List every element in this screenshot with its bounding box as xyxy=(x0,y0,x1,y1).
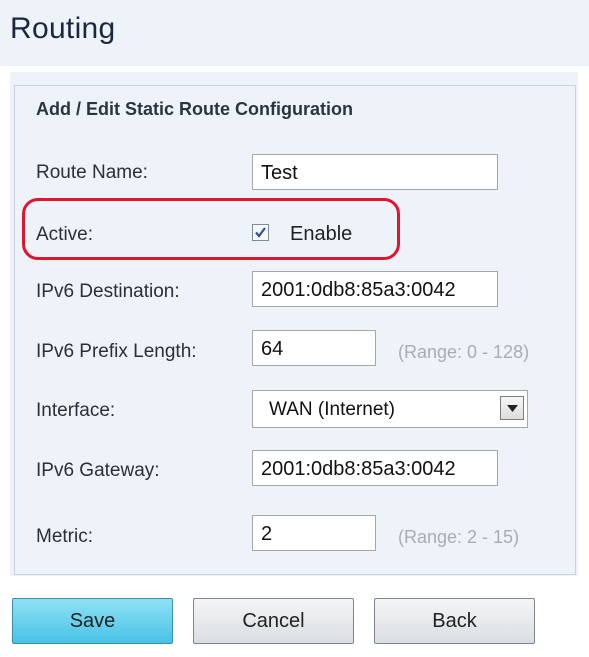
ipv6-gateway-input[interactable]: 2001:0db8:85a3:0042 xyxy=(252,450,498,486)
dropdown-arrow-icon[interactable] xyxy=(500,396,524,420)
route-name-label: Route Name: xyxy=(36,162,148,183)
metric-input[interactable]: 2 xyxy=(252,515,376,551)
interface-select[interactable]: WAN (Internet) xyxy=(252,390,528,428)
metric-label: Metric: xyxy=(36,526,93,547)
back-button[interactable]: Back xyxy=(374,598,535,644)
ipv6-prefix-length-input[interactable]: 64 xyxy=(252,330,376,366)
route-name-input[interactable]: Test xyxy=(252,154,498,190)
save-button[interactable]: Save xyxy=(12,598,173,644)
section-title: Add / Edit Static Route Configuration xyxy=(36,99,353,119)
interface-selected-value: WAN (Internet) xyxy=(269,399,395,420)
interface-label: Interface: xyxy=(36,400,116,421)
ipv6-gateway-label: IPv6 Gateway: xyxy=(36,460,160,481)
page-header: Routing xyxy=(0,0,589,66)
page-title: Routing xyxy=(10,12,116,45)
ipv6-prefix-length-label: IPv6 Prefix Length: xyxy=(36,341,197,362)
prefix-length-range-hint: (Range: 0 - 128) xyxy=(398,342,530,362)
static-route-panel xyxy=(10,72,578,576)
metric-range-hint: (Range: 2 - 15) xyxy=(398,527,520,547)
cancel-button[interactable]: Cancel xyxy=(193,598,354,644)
ipv6-destination-input[interactable]: 2001:0db8:85a3:0042 xyxy=(252,271,498,307)
ipv6-destination-label: IPv6 Destination: xyxy=(36,281,180,302)
active-highlight-annotation xyxy=(22,198,400,260)
